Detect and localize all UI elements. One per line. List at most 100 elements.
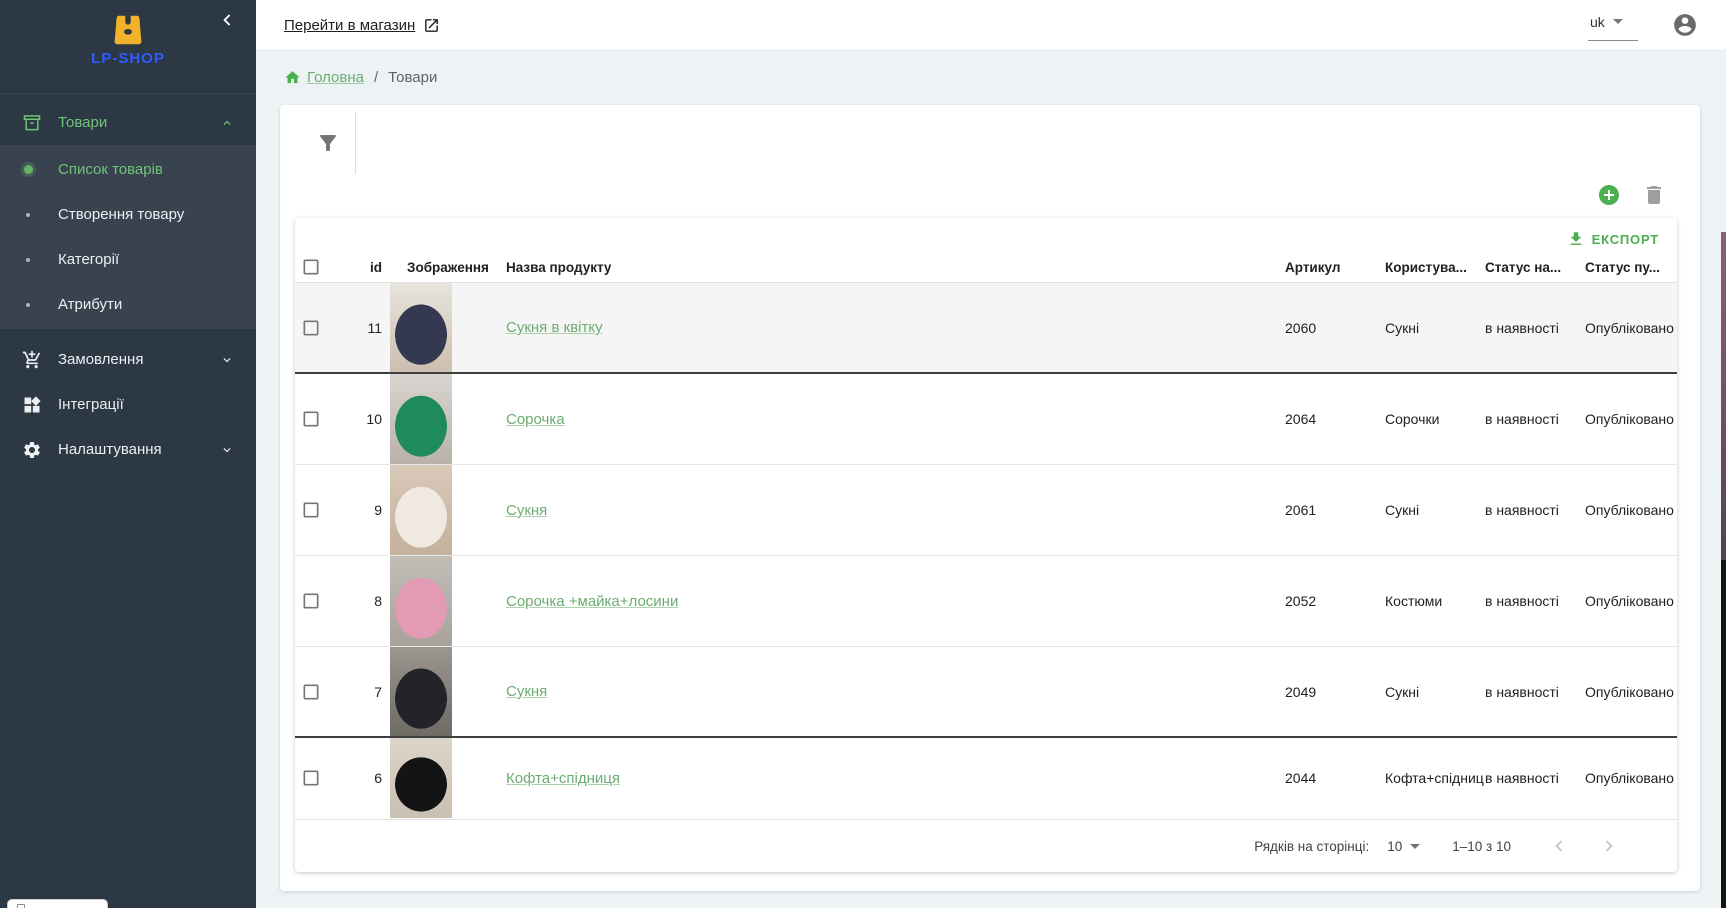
rows-per-page-select[interactable]: 10 — [1387, 839, 1420, 854]
row-checkbox[interactable] — [301, 682, 321, 702]
row-publish-status: Опубліковано — [1585, 411, 1677, 427]
pagination: Рядків на сторінці: 10 1–10 з 10 — [295, 819, 1677, 872]
products-submenu: Список товарів Створення товару Категорі… — [0, 145, 256, 329]
chevron-up-icon — [220, 116, 234, 130]
sidebar-item-categories[interactable]: Категорії — [0, 237, 256, 282]
row-publish-status: Опубліковано — [1585, 593, 1677, 609]
active-bullet-icon — [22, 165, 34, 174]
topbar: Перейти в магазин uk — [256, 0, 1726, 51]
sidebar-item-label: Налаштування — [58, 441, 220, 458]
scrollbar-thumb[interactable] — [1721, 560, 1726, 908]
row-checkbox[interactable] — [301, 768, 321, 788]
store-link-label: Перейти в магазин — [284, 17, 415, 34]
table-row: 11 Сукня в квітку 2060 Сукні в наявності… — [295, 283, 1677, 374]
row-user-category: Костюми — [1385, 593, 1485, 609]
product-name-link[interactable]: Сукня в квітку — [506, 319, 603, 336]
admin-page: LP-SHOP Товари Список товарів — [0, 0, 1726, 908]
add-product-button[interactable] — [1597, 183, 1621, 207]
go-to-store-link[interactable]: Перейти в магазин — [284, 17, 440, 34]
table-header: id Зображення Назва продукту Артикул Кор… — [295, 252, 1677, 283]
row-id: 10 — [340, 411, 382, 427]
row-checkbox[interactable] — [301, 318, 321, 338]
sidebar-item-attributes[interactable]: Атрибути — [0, 282, 256, 327]
language-select[interactable]: uk — [1588, 10, 1638, 41]
topbar-right: uk — [1588, 10, 1698, 41]
sidebar-item-label: Товари — [58, 114, 220, 131]
product-image — [390, 738, 452, 818]
account-button[interactable] — [1672, 12, 1698, 38]
submenu-item-label: Атрибути — [58, 296, 122, 313]
row-user-category: Сукні — [1385, 502, 1485, 518]
row-stock-status: в наявності — [1485, 684, 1585, 700]
column-header-id[interactable]: id — [340, 260, 382, 275]
sidebar-item-product-list[interactable]: Список товарів — [0, 147, 256, 192]
clipped-bottom-widget[interactable] — [7, 899, 108, 908]
column-header-sku[interactable]: Артикул — [1285, 260, 1385, 275]
export-button[interactable]: ЕКСПОРТ — [1559, 226, 1667, 252]
export-label: ЕКСПОРТ — [1592, 232, 1659, 247]
sidebar-item-settings[interactable]: Налаштування — [0, 427, 256, 472]
row-user-category: Сорочки — [1385, 411, 1485, 427]
orders-cart-add-icon — [22, 350, 42, 370]
delete-button[interactable] — [1642, 183, 1666, 207]
table-row: 7 Сукня 2049 Сукні в наявності Опубліков… — [295, 647, 1677, 738]
table-row: 6 Кофта+спідниця 2044 Кофта+спідниц в на… — [295, 738, 1677, 818]
export-row: ЕКСПОРТ — [295, 218, 1677, 252]
chevron-down-icon — [1613, 19, 1623, 24]
right-edge-content-sliver — [1721, 232, 1726, 560]
sidebar: LP-SHOP Товари Список товарів — [0, 0, 256, 908]
row-sku: 2044 — [1285, 770, 1385, 786]
row-stock-status: в наявності — [1485, 593, 1585, 609]
bullet-icon — [22, 213, 34, 217]
product-image — [390, 374, 452, 464]
row-checkbox[interactable] — [301, 591, 321, 611]
sidebar-item-products[interactable]: Товари — [0, 100, 256, 145]
table-row: 10 Сорочка 2064 Сорочки в наявності Опуб… — [295, 374, 1677, 465]
previous-page-button[interactable] — [1547, 834, 1571, 858]
row-checkbox[interactable] — [301, 409, 321, 429]
row-sku: 2052 — [1285, 593, 1385, 609]
home-icon — [284, 69, 301, 86]
sidebar-nav: Товари Список товарів Створення товару К… — [0, 93, 256, 472]
rows-per-page-value: 10 — [1387, 839, 1402, 854]
column-header-stock[interactable]: Статус на... — [1485, 260, 1585, 275]
product-name-link[interactable]: Сукня — [506, 502, 547, 519]
row-checkbox[interactable] — [301, 500, 321, 520]
row-publish-status: Опубліковано — [1585, 770, 1677, 786]
chevron-down-icon — [220, 353, 234, 367]
product-name-link[interactable]: Кофта+спідниця — [506, 770, 620, 787]
row-id: 8 — [340, 593, 382, 609]
row-user-category: Кофта+спідниц — [1385, 770, 1485, 786]
row-user-category: Сукні — [1385, 684, 1485, 700]
products-box-icon — [22, 113, 42, 133]
sidebar-item-integrations[interactable]: Інтеграції — [0, 382, 256, 427]
pagination-range: 1–10 з 10 — [1452, 839, 1511, 854]
product-name-link[interactable]: Сорочка +майка+лосини — [506, 593, 678, 610]
product-name-link[interactable]: Сорочка — [506, 411, 565, 428]
sidebar-item-orders[interactable]: Замовлення — [0, 337, 256, 382]
breadcrumb-home-link[interactable]: Головна — [307, 69, 364, 86]
column-header-publish[interactable]: Статус пу... — [1585, 260, 1677, 275]
column-header-user[interactable]: Користува... — [1385, 260, 1485, 275]
content-card: ЕКСПОРТ id Зображення Назва продукту Арт… — [280, 105, 1700, 891]
row-stock-status: в наявності — [1485, 770, 1585, 786]
breadcrumb-current: Товари — [388, 69, 437, 86]
breadcrumb-separator: / — [374, 69, 378, 86]
filter-funnel-icon[interactable] — [316, 131, 340, 155]
row-sku: 2064 — [1285, 411, 1385, 427]
next-page-button[interactable] — [1597, 834, 1621, 858]
account-circle-icon — [1672, 12, 1698, 38]
submenu-item-label: Категорії — [58, 251, 119, 268]
row-sku: 2060 — [1285, 320, 1385, 336]
column-header-name[interactable]: Назва продукту — [460, 260, 1285, 275]
table-row: 8 Сорочка +майка+лосини 2052 Костюми в н… — [295, 556, 1677, 647]
product-name-link[interactable]: Сукня — [506, 683, 547, 700]
sidebar-collapse-button[interactable] — [216, 8, 240, 32]
select-all-checkbox[interactable] — [301, 257, 321, 277]
chevron-next-icon — [1598, 835, 1620, 857]
sidebar-item-create-product[interactable]: Створення товару — [0, 192, 256, 237]
row-sku: 2061 — [1285, 502, 1385, 518]
column-header-image[interactable]: Зображення — [390, 260, 460, 275]
row-id: 11 — [340, 320, 382, 336]
products-table: ЕКСПОРТ id Зображення Назва продукту Арт… — [295, 218, 1677, 872]
